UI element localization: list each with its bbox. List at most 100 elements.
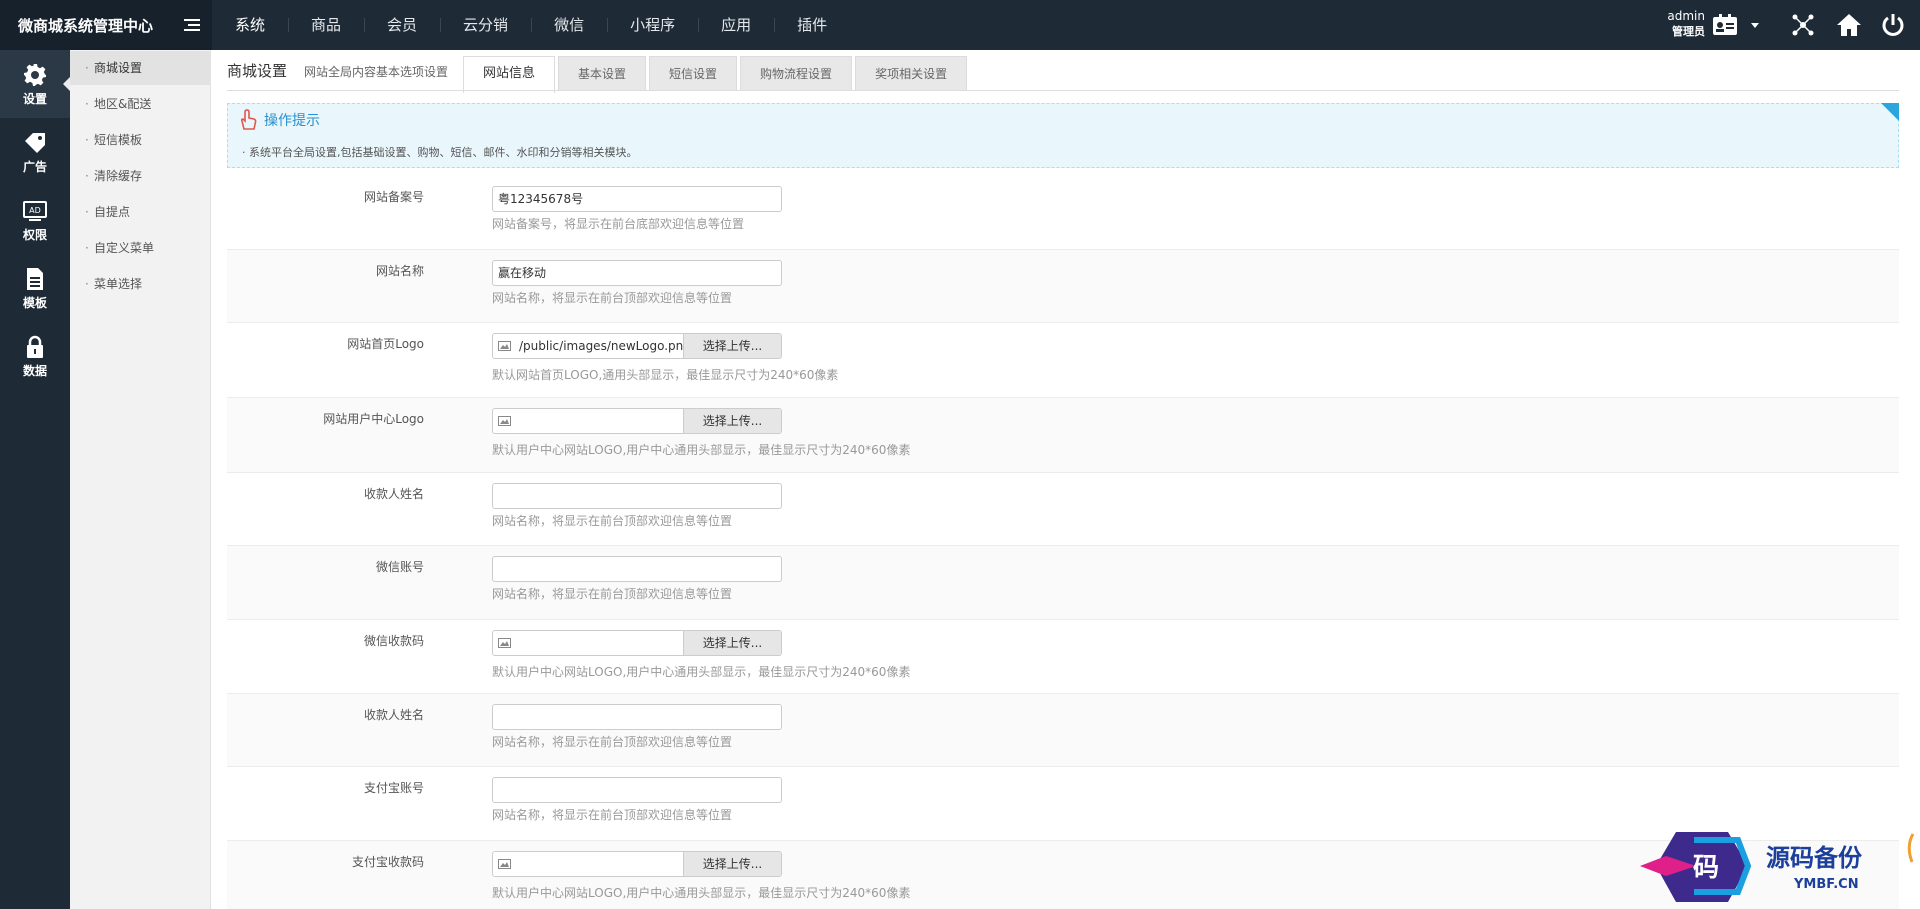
watermark-glyph: 码: [1693, 853, 1719, 883]
payee-name-input[interactable]: [492, 704, 782, 730]
ymbf-watermark: 码 源码备份 YMBF.CN: [1640, 832, 1915, 902]
field-hint: 网站名称，将显示在前台顶部欢迎信息等位置: [492, 587, 733, 601]
submenu-item-custom-menu[interactable]: 自定义菜单: [70, 231, 211, 265]
payee-name-input[interactable]: [492, 483, 782, 509]
field-hint: 网站名称，将显示在前台顶部欢迎信息等位置: [492, 514, 733, 528]
field-label: 网站用户中心Logo: [323, 412, 424, 426]
form-row: 网站首页Logo /public/images/newLogo.png 选择上传…: [227, 323, 1899, 398]
caret-down-icon[interactable]: [1750, 13, 1760, 37]
topnav-item-distribution[interactable]: 云分销: [440, 0, 531, 50]
app-title: 微商城系统管理中心: [18, 17, 154, 35]
settings-submenu: 商城设置 地区&配送 短信模板 清除缓存 自提点 自定义菜单 菜单选择: [70, 50, 211, 909]
page-subtitle: 网站全局内容基本选项设置: [304, 65, 449, 79]
form-row: 网站用户中心Logo 选择上传... 默认用户中心网站LOGO,用户中心通用头部…: [227, 398, 1899, 473]
tip-text: · 系统平台全局设置,包括基础设置、购物、短信、邮件、水印和分销等相关模块。: [242, 146, 638, 159]
tab-site-info[interactable]: 网站信息: [463, 56, 556, 93]
alipay-account-input[interactable]: [492, 777, 782, 803]
field-label: 支付宝账号: [363, 781, 424, 795]
svg-text:AD: AD: [29, 206, 41, 215]
rail-item-settings[interactable]: 设置: [0, 50, 71, 118]
admin-user[interactable]: admin 管理员: [1663, 9, 1705, 39]
topnav-item-wechat[interactable]: 微信: [531, 0, 607, 50]
field-label: 网站名称: [375, 264, 424, 278]
image-icon: [498, 859, 511, 869]
rail-label: 设置: [22, 92, 47, 106]
upload-button[interactable]: 选择上传...: [683, 409, 781, 433]
rail-label: 模板: [22, 296, 47, 310]
upload-path: /public/images/newLogo.png: [519, 339, 683, 353]
topnav-item-apps[interactable]: 应用: [698, 0, 774, 50]
submenu-item-clear-cache[interactable]: 清除缓存: [70, 159, 211, 193]
icon-rail: 设置 广告 AD 权限 模板 数据: [0, 50, 71, 909]
wechat-qrcode-upload[interactable]: 选择上传...: [492, 630, 782, 656]
topnav-item-miniprogram[interactable]: 小程序: [607, 0, 698, 50]
ad-icon: AD: [23, 201, 47, 221]
collapse-corner-icon[interactable]: [1881, 103, 1899, 121]
form-row: 收款人姓名 网站名称，将显示在前台顶部欢迎信息等位置: [227, 473, 1899, 546]
topnav-item-plugins[interactable]: 插件: [774, 0, 850, 50]
file-icon: [27, 268, 43, 290]
rail-item-permission[interactable]: AD 权限: [0, 186, 70, 254]
tabs-divider: [227, 90, 1899, 91]
field-hint: 网站备案号，将显示在前台底部欢迎信息等位置: [492, 217, 745, 231]
image-icon: [498, 341, 511, 351]
site-logo-upload[interactable]: /public/images/newLogo.png 选择上传...: [492, 333, 782, 359]
upload-button[interactable]: 选择上传...: [683, 334, 781, 358]
watermark-text: 源码备份: [1766, 843, 1863, 872]
form-row: 收款人姓名 网站名称，将显示在前台顶部欢迎信息等位置: [227, 694, 1899, 767]
image-icon: [498, 638, 511, 648]
upload-button[interactable]: 选择上传...: [683, 852, 781, 876]
rail-item-ads[interactable]: 广告: [0, 118, 70, 186]
topnav-item-goods[interactable]: 商品: [288, 0, 364, 50]
rail-item-data[interactable]: 数据: [0, 322, 70, 390]
field-hint: 默认用户中心网站LOGO,用户中心通用头部显示，最佳显示尺寸为240*60像素: [492, 665, 911, 679]
field-label: 收款人姓名: [363, 487, 424, 501]
top-nav: 系统 商品 会员 云分销 微信 小程序 应用 插件: [212, 0, 850, 50]
alipay-qrcode-upload[interactable]: 选择上传...: [492, 851, 782, 877]
upload-button[interactable]: 选择上传...: [683, 631, 781, 655]
lock-icon: [27, 335, 43, 358]
submenu-item-menu-select[interactable]: 菜单选择: [70, 267, 211, 301]
icp-number-input[interactable]: 粤12345678号: [492, 186, 782, 212]
image-icon: [498, 416, 511, 426]
topnav-item-system[interactable]: 系统: [212, 0, 288, 50]
field-label: 网站首页Logo: [347, 337, 424, 351]
topnav-item-member[interactable]: 会员: [364, 0, 440, 50]
tab-awards[interactable]: 奖项相关设置: [855, 56, 968, 90]
home-icon[interactable]: [1836, 13, 1862, 37]
submenu-item-mall-settings[interactable]: 商城设置: [70, 51, 211, 85]
tab-sms[interactable]: 短信设置: [649, 56, 738, 90]
user-center-logo-upload[interactable]: 选择上传...: [492, 408, 782, 434]
rail-item-template[interactable]: 模板: [0, 254, 70, 322]
admin-name: admin: [1667, 9, 1705, 23]
field-label: 网站备案号: [363, 190, 424, 204]
field-hint: 网站名称，将显示在前台顶部欢迎信息等位置: [492, 291, 733, 305]
tab-basic[interactable]: 基本设置: [558, 56, 647, 90]
rail-label: 广告: [22, 160, 47, 174]
field-hint: 网站名称，将显示在前台顶部欢迎信息等位置: [492, 735, 733, 749]
operation-tip: 操作提示 · 系统平台全局设置,包括基础设置、购物、短信、邮件、水印和分销等相关…: [227, 103, 1899, 168]
rail-label: 权限: [22, 228, 47, 242]
field-hint: 网站名称，将显示在前台顶部欢迎信息等位置: [492, 808, 733, 822]
hand-pointer-icon: [240, 109, 257, 130]
tab-shopping-flow[interactable]: 购物流程设置: [740, 56, 853, 90]
tip-title: 操作提示: [264, 113, 320, 129]
menu-toggle-icon[interactable]: [184, 19, 200, 33]
main-content: 商城设置 网站全局内容基本选项设置 网站信息 基本设置 短信设置 购物流程设置 …: [211, 50, 1920, 909]
form-row: 网站备案号 粤12345678号 网站备案号，将显示在前台底部欢迎信息等位置: [227, 176, 1899, 250]
tag-icon: [25, 133, 45, 153]
brand: 微商城系统管理中心: [0, 0, 212, 50]
field-label: 微信账号: [375, 560, 424, 574]
network-icon[interactable]: [1790, 13, 1816, 37]
field-label: 微信收款码: [363, 634, 424, 648]
field-label: 收款人姓名: [363, 708, 424, 722]
gear-icon: [24, 64, 46, 86]
id-card-icon[interactable]: [1712, 13, 1738, 37]
wechat-account-input[interactable]: [492, 556, 782, 582]
submenu-item-pickup-point[interactable]: 自提点: [70, 195, 211, 229]
rail-label: 数据: [22, 364, 47, 378]
submenu-item-region-delivery[interactable]: 地区&配送: [70, 87, 211, 121]
power-icon[interactable]: [1880, 13, 1906, 37]
submenu-item-sms-template[interactable]: 短信模板: [70, 123, 211, 157]
site-name-input[interactable]: 赢在移动: [492, 260, 782, 286]
